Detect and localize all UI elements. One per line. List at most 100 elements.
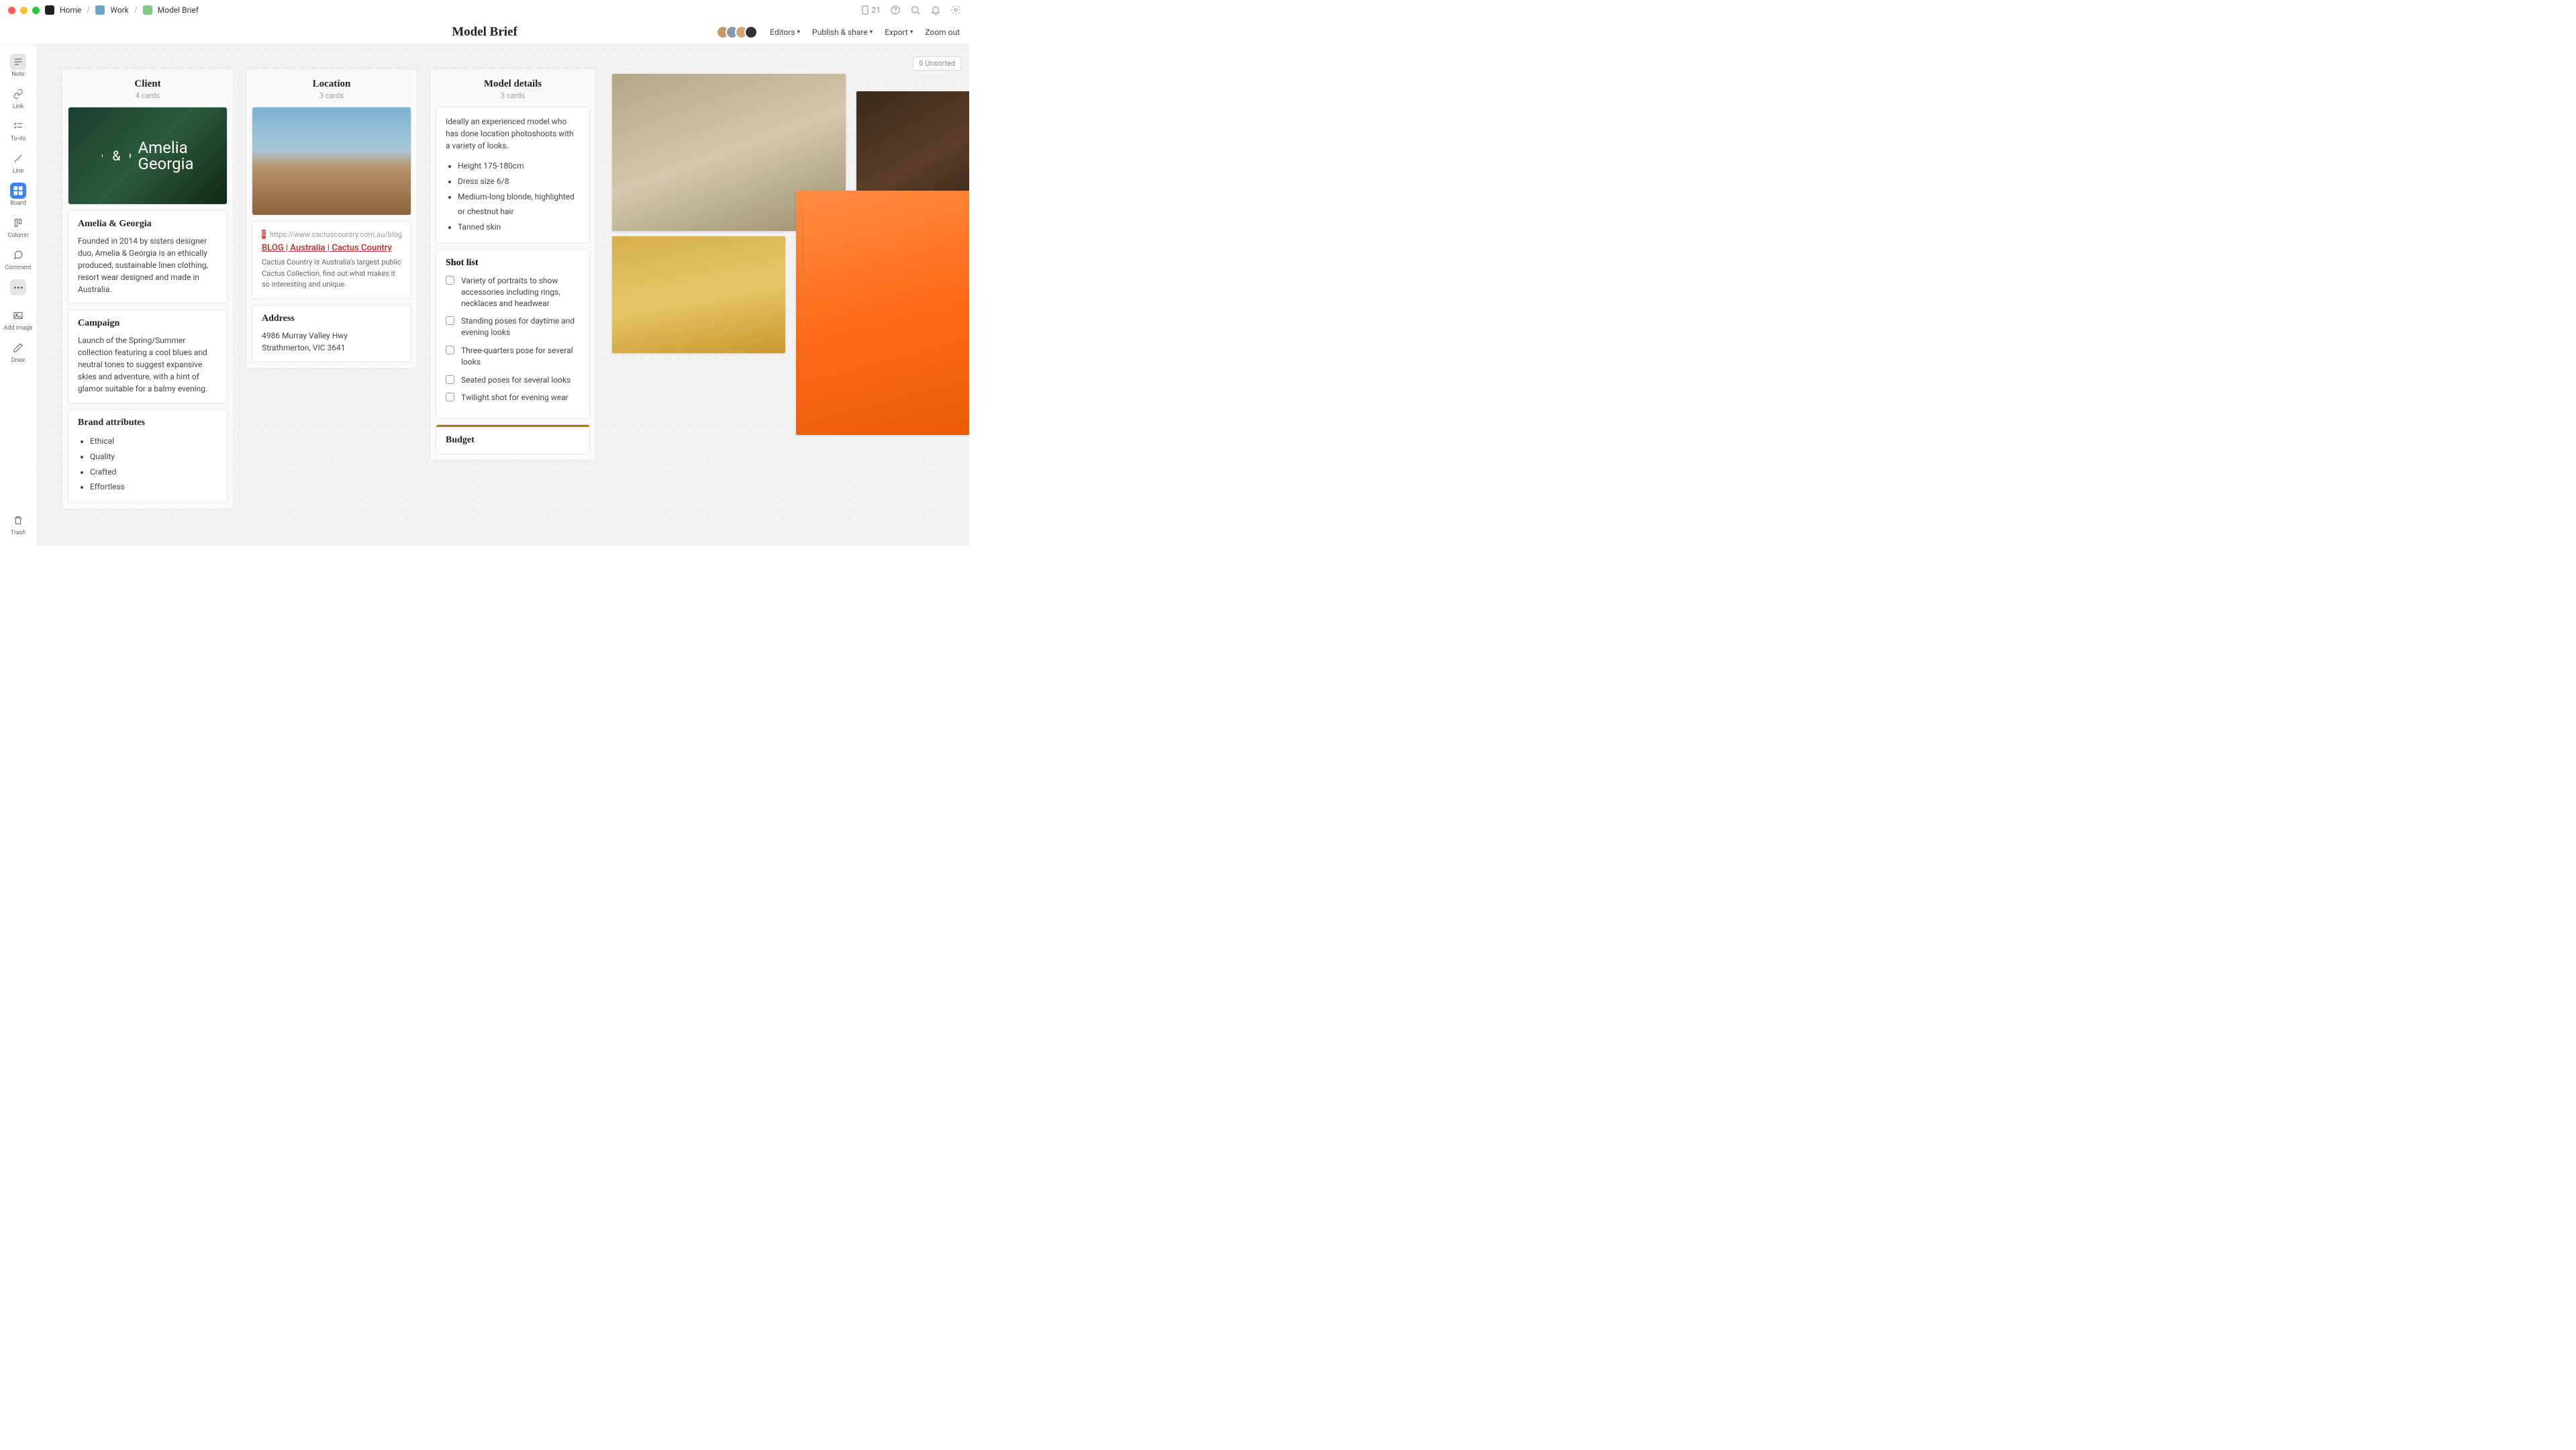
tool-trash[interactable]: Trash <box>10 512 26 536</box>
breadcrumb-page[interactable]: Model Brief <box>158 5 199 15</box>
checklist-icon <box>13 121 23 132</box>
breadcrumb-work[interactable]: Work <box>110 5 128 15</box>
image-icon <box>13 310 23 321</box>
note-icon <box>13 56 23 67</box>
column-title: Model details <box>436 79 590 90</box>
tool-more[interactable] <box>10 279 26 295</box>
tool-column[interactable]: Column <box>7 215 28 239</box>
card-body: Launch of the Spring/Summer collection f… <box>78 334 217 395</box>
avatar <box>744 26 758 39</box>
text-card[interactable]: Address 4986 Murray Valley Hwy Strathmer… <box>252 305 411 362</box>
tool-draw[interactable]: Draw <box>10 340 26 364</box>
list-item: Effortless <box>90 479 217 495</box>
todo-item: Seated poses for several looks <box>446 375 580 386</box>
favicon-icon: C <box>262 230 266 239</box>
editors-dropdown[interactable]: Editors▾ <box>770 28 800 37</box>
text-card[interactable]: Budget <box>436 424 590 454</box>
reference-photo[interactable] <box>612 236 785 353</box>
column-count: 4 cards <box>68 91 228 100</box>
header-actions: Editors▾ Publish & share▾ Export▾ Zoom o… <box>720 26 969 39</box>
tool-sidebar: Note Link To-do Line Board Column Commen… <box>0 44 36 546</box>
list-item: Height 175-180cm <box>458 158 580 174</box>
breadcrumb: Home / Work / Model Brief <box>45 5 199 15</box>
tool-note[interactable]: Note <box>10 54 26 78</box>
url-row: C https://www.cactuscountry.com.au/blog <box>262 230 401 239</box>
titlebar: Home / Work / Model Brief 21 <box>0 0 969 20</box>
checkbox[interactable] <box>446 346 454 354</box>
card-heading: Shot list <box>446 258 580 269</box>
tool-todo[interactable]: To-do <box>10 118 26 142</box>
breadcrumb-home[interactable]: Home <box>60 5 81 15</box>
link-description: Cactus Country is Australia's largest pu… <box>262 257 401 291</box>
attribute-list: Ethical Quality Crafted Effortless <box>78 434 217 495</box>
image-card[interactable]: &Amelia Georgia <box>68 107 228 205</box>
pencil-icon <box>13 342 23 353</box>
text-card[interactable]: Campaign Launch of the Spring/Summer col… <box>68 309 228 403</box>
reference-photo[interactable] <box>796 191 969 435</box>
image-card[interactable] <box>252 107 411 215</box>
todo-card[interactable]: Shot list Variety of portraits to show a… <box>436 249 590 419</box>
todo-label: Three-quarters pose for several looks <box>461 345 580 368</box>
checkbox[interactable] <box>446 276 454 285</box>
page-title: Model Brief <box>452 25 517 40</box>
comment-icon <box>13 250 23 260</box>
client-hero-image: &Amelia Georgia <box>68 107 227 204</box>
list-item: Crafted <box>90 465 217 480</box>
device-badge[interactable]: 21 <box>860 5 881 15</box>
zoom-out-button[interactable]: Zoom out <box>925 28 960 37</box>
card-heading: Address <box>262 313 401 324</box>
todo-item: Three-quarters pose for several looks <box>446 345 580 368</box>
checkbox[interactable] <box>446 393 454 401</box>
breadcrumb-separator: / <box>87 5 90 15</box>
tool-line[interactable]: Line <box>10 150 26 175</box>
line-icon <box>13 153 23 164</box>
column-title: Client <box>68 79 228 90</box>
close-window-button[interactable] <box>8 7 15 14</box>
chevron-down-icon: ▾ <box>910 29 913 36</box>
list-item: Ethical <box>90 434 217 449</box>
export-dropdown[interactable]: Export▾ <box>885 28 913 37</box>
column-count: 3 cards <box>436 91 590 100</box>
column-header: Client 4 cards <box>68 75 228 101</box>
document-icon <box>143 5 152 15</box>
home-icon <box>45 5 54 15</box>
canvas[interactable]: 0 Unsorted Client 4 cards &Amelia Georgi… <box>36 44 969 546</box>
text-card[interactable]: Amelia & Georgia Founded in 2014 by sist… <box>68 210 228 304</box>
tablet-icon <box>860 5 871 15</box>
tool-comment[interactable]: Comment <box>5 247 31 271</box>
column-client[interactable]: Client 4 cards &Amelia Georgia Amelia & … <box>62 68 234 510</box>
link-card[interactable]: C https://www.cactuscountry.com.au/blog … <box>252 221 411 299</box>
logo-text: Amelia Georgia <box>138 140 193 172</box>
gear-icon[interactable] <box>950 5 961 15</box>
url-text: https://www.cactuscountry.com.au/blog <box>270 230 402 239</box>
unsorted-badge[interactable]: 0 Unsorted <box>913 56 961 70</box>
collaborator-avatars[interactable] <box>720 26 758 39</box>
minimize-window-button[interactable] <box>20 7 28 14</box>
bell-icon[interactable] <box>930 5 941 15</box>
board: Client 4 cards &Amelia Georgia Amelia & … <box>62 68 596 510</box>
help-icon[interactable] <box>890 5 901 15</box>
list-item: Medium-long blonde, highlighted or chest… <box>458 189 580 220</box>
publish-dropdown[interactable]: Publish & share▾ <box>812 28 873 37</box>
tool-board[interactable]: Board <box>10 183 26 207</box>
todo-item: Twilight shot for evening wear <box>446 392 580 403</box>
todo-item: Variety of portraits to show accessories… <box>446 275 580 309</box>
tool-link[interactable]: Link <box>10 86 26 110</box>
more-icon <box>14 287 23 289</box>
checkbox[interactable] <box>446 316 454 325</box>
column-model-details[interactable]: Model details 3 cards Ideally an experie… <box>430 68 596 461</box>
tool-add-image[interactable]: Add image <box>3 307 32 332</box>
column-count: 3 cards <box>252 91 411 100</box>
search-icon[interactable] <box>910 5 921 15</box>
card-heading: Campaign <box>78 318 217 329</box>
link-title[interactable]: BLOG | Australia | Cactus Country <box>262 243 392 253</box>
maximize-window-button[interactable] <box>32 7 40 14</box>
column-location[interactable]: Location 3 cards C https://www.cactuscou… <box>246 68 417 369</box>
list-item: Dress size 6/8 <box>458 174 580 189</box>
text-card[interactable]: Ideally an experienced model who has don… <box>436 107 590 244</box>
spec-list: Height 175-180cm Dress size 6/8 Medium-l… <box>446 158 580 235</box>
text-card[interactable]: Brand attributes Ethical Quality Crafted… <box>68 409 228 503</box>
intro-text: Ideally an experienced model who has don… <box>446 115 580 152</box>
checkbox[interactable] <box>446 375 454 384</box>
column-icon <box>13 218 23 228</box>
